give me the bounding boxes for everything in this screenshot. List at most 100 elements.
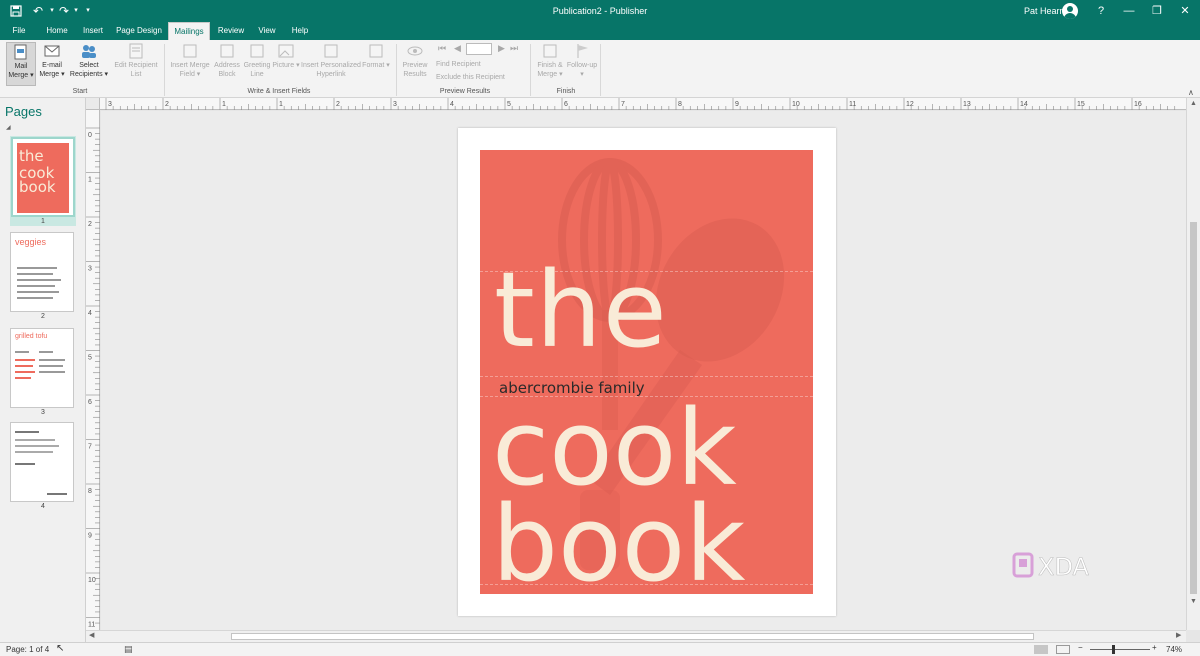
- ruler-label: 1: [222, 101, 226, 108]
- hyperlink-icon: [324, 44, 338, 58]
- mail-merge-icon: [14, 44, 27, 60]
- tab-mailings[interactable]: Mailings: [168, 22, 210, 40]
- format-button[interactable]: Format ▾: [362, 42, 390, 70]
- greeting-line-button[interactable]: Greeting Line: [242, 42, 272, 79]
- scroll-up-icon[interactable]: ▲: [1190, 100, 1197, 107]
- zoom-slider-handle[interactable]: [1112, 645, 1115, 654]
- document-title: Publication2 - Publisher: [552, 6, 648, 16]
- avatar[interactable]: [1062, 3, 1078, 19]
- mail-merge-button[interactable]: Mail Merge ▾: [6, 42, 36, 86]
- collapse-ribbon-icon[interactable]: ∧: [1188, 88, 1194, 97]
- two-page-view-icon[interactable]: [1056, 645, 1070, 654]
- tab-insert[interactable]: Insert: [78, 22, 108, 40]
- picture-button[interactable]: Picture ▾: [272, 42, 300, 70]
- format-icon: [369, 44, 383, 58]
- preview-results-button[interactable]: Preview Results: [400, 42, 430, 79]
- edit-recipient-list-button[interactable]: Edit Recipient List: [112, 42, 160, 79]
- finish-merge-icon: [543, 44, 557, 58]
- zoom-slider[interactable]: [1090, 649, 1150, 650]
- vertical-ruler[interactable]: 0 1 2 3 4 5 6 7 8 9 10 11: [86, 110, 100, 630]
- horizontal-ruler[interactable]: 3 2 1 1 2 3 4 5 6 7 8 9 10 11 12 13 14 15 16: [100, 98, 1186, 110]
- select-recipients-button[interactable]: Select Recipients ▾: [68, 42, 110, 79]
- normal-view-icon[interactable]: [1034, 645, 1048, 654]
- divider: [164, 44, 165, 96]
- tab-review[interactable]: Review: [214, 22, 248, 40]
- ruler-label: 4: [88, 310, 92, 317]
- tab-home[interactable]: Home: [40, 22, 74, 40]
- ruler-label: 16: [1134, 101, 1142, 108]
- ruler-label: 5: [88, 355, 92, 362]
- tab-help[interactable]: Help: [285, 22, 315, 40]
- group-write-insert-label: Write & Insert Fields: [247, 88, 311, 95]
- customize-icon[interactable]: ▾: [80, 3, 96, 19]
- watermark-text: XDA: [1038, 553, 1090, 581]
- publication-page[interactable]: the abercrombie family cook book: [458, 128, 836, 616]
- user-name[interactable]: Pat Hearn: [1024, 0, 1065, 22]
- page-number: 1: [41, 218, 45, 225]
- ruler-label: 2: [336, 101, 340, 108]
- scrollbar-thumb[interactable]: [1190, 222, 1197, 594]
- insert-merge-field-button[interactable]: Insert Merge Field ▾: [168, 42, 212, 79]
- layout-icon[interactable]: ▤: [124, 644, 133, 655]
- ruler-label: 2: [165, 101, 169, 108]
- thumbnail-title: veggies: [15, 237, 47, 247]
- tab-page-design[interactable]: Page Design: [112, 22, 166, 40]
- previous-record-icon[interactable]: ◀: [454, 44, 461, 53]
- ruler-label: 3: [393, 101, 397, 108]
- next-record-icon[interactable]: ▶: [498, 44, 505, 53]
- edit-list-icon: [129, 43, 143, 59]
- help-button[interactable]: ?: [1086, 0, 1116, 22]
- page-indicator[interactable]: Page: 1 of 4: [6, 645, 49, 654]
- page-thumbnail-3[interactable]: grilled tofu 3: [10, 328, 76, 416]
- first-record-icon[interactable]: ⏮: [438, 44, 446, 53]
- ribbon: Mail Merge ▾ E-mail Merge ▾ Select Recip…: [0, 40, 1200, 98]
- vertical-scrollbar[interactable]: ▲ ▼: [1186, 98, 1200, 630]
- scroll-right-icon[interactable]: ▶: [1176, 631, 1181, 639]
- ruler-label: 12: [906, 101, 914, 108]
- record-number-input[interactable]: [466, 43, 492, 55]
- cover-title-the[interactable]: the: [494, 258, 668, 362]
- divider: [600, 44, 601, 96]
- ruler-corner: [86, 98, 100, 110]
- horizontal-scrollbar[interactable]: ◀ ▶: [86, 630, 1186, 642]
- email-merge-button[interactable]: E-mail Merge ▾: [38, 42, 66, 79]
- cursor-icon: ↖: [56, 643, 65, 654]
- tab-file[interactable]: File: [6, 22, 32, 40]
- follow-up-button[interactable]: Follow-up ▾: [566, 42, 598, 79]
- ruler-label: 11: [88, 622, 95, 629]
- finish-merge-button[interactable]: Finish & Merge ▾: [534, 42, 566, 79]
- page-thumbnail-2[interactable]: veggies 2: [10, 232, 76, 320]
- cover-background[interactable]: the abercrombie family cook book: [480, 150, 813, 594]
- page-thumbnail-4[interactable]: 4: [10, 422, 76, 510]
- tab-view[interactable]: View: [252, 22, 282, 40]
- address-block-button[interactable]: Address Block: [212, 42, 242, 79]
- flag-icon: [577, 44, 588, 58]
- minimize-button[interactable]: —: [1114, 0, 1144, 22]
- zoom-out-icon[interactable]: −: [1078, 643, 1083, 652]
- cover-title-book[interactable]: book: [492, 492, 746, 594]
- collapse-icon[interactable]: ◢: [6, 124, 11, 131]
- find-recipient-button[interactable]: Find Recipient: [436, 60, 481, 69]
- ruler-label: 2: [88, 221, 92, 228]
- ruler-label: 14: [1020, 101, 1028, 108]
- scroll-left-icon[interactable]: ◀: [89, 631, 94, 639]
- ruler-label: 5: [507, 101, 511, 108]
- insert-personalized-hyperlink-button[interactable]: Insert Personalized Hyperlink: [300, 42, 362, 79]
- exclude-recipient-button[interactable]: Exclude this Recipient: [436, 73, 505, 82]
- ruler-label: 9: [735, 101, 739, 108]
- save-icon[interactable]: [8, 3, 24, 19]
- scrollbar-thumb[interactable]: [231, 633, 1034, 640]
- page-thumbnail-1[interactable]: the cook book 1: [10, 136, 76, 226]
- recipients-icon: [82, 45, 96, 58]
- address-block-icon: [220, 44, 234, 58]
- scroll-down-icon[interactable]: ▼: [1190, 598, 1197, 605]
- status-bar: Page: 1 of 4 ↖ ▤ − + 74%: [0, 642, 1200, 656]
- zoom-level[interactable]: 74%: [1166, 645, 1182, 654]
- ruler-label: 3: [108, 101, 112, 108]
- zoom-in-icon[interactable]: +: [1152, 643, 1157, 652]
- ruler-label: 8: [88, 488, 92, 495]
- ruler-label: 1: [88, 177, 92, 184]
- last-record-icon[interactable]: ⏭: [510, 44, 518, 53]
- restore-button[interactable]: ❐: [1142, 0, 1172, 22]
- close-button[interactable]: ✕: [1170, 0, 1200, 22]
